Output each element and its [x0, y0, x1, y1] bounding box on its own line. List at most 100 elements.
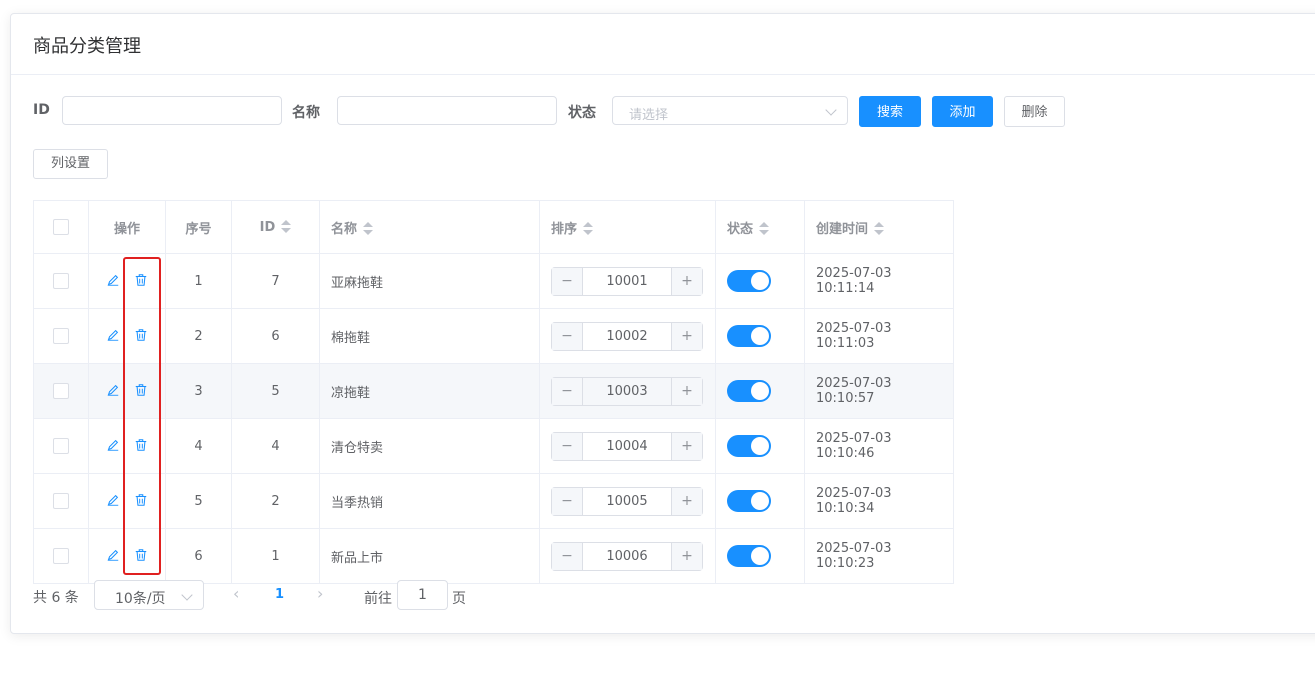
search-button[interactable]: 搜索 [859, 96, 921, 127]
chevron-down-icon [825, 104, 837, 116]
row-name: 亚麻拖鞋 [319, 253, 540, 309]
quantity-stepper[interactable]: −10006 + [551, 541, 703, 571]
stepper-value[interactable]: 10001 [583, 268, 671, 295]
stepper-minus-button[interactable]: − [552, 322, 583, 350]
chevron-down-icon [181, 589, 193, 601]
add-button[interactable]: 添加 [932, 96, 993, 127]
trash-icon[interactable] [133, 493, 149, 509]
row-select-cell [33, 363, 89, 419]
chevron-right-icon[interactable]: › [317, 584, 323, 603]
category-table: 操作 序号 ID 名称 排序 状态 创建时间 1 7 亚麻拖鞋 −10001 +2025… [33, 200, 954, 584]
stepper-minus-button[interactable]: − [552, 377, 583, 405]
status-toggle[interactable] [727, 270, 771, 292]
stepper-plus-button[interactable]: + [671, 322, 702, 350]
pencil-icon[interactable] [105, 493, 121, 509]
pencil-icon[interactable] [105, 438, 121, 454]
row-actions [88, 253, 166, 309]
sort-icon[interactable] [759, 222, 770, 236]
stepper-plus-button[interactable]: + [671, 542, 702, 570]
row-id: 7 [231, 253, 320, 309]
card-header: 商品分类管理 [11, 14, 1315, 75]
trash-icon[interactable] [133, 273, 149, 289]
quantity-stepper[interactable]: −10002 + [551, 321, 703, 351]
stepper-plus-button[interactable]: + [671, 487, 702, 515]
row-name: 新品上市 [319, 528, 540, 584]
col-name-label: 名称 [331, 221, 358, 237]
name-label: 名称 [292, 105, 320, 121]
delete-button[interactable]: 删除 [1004, 96, 1065, 127]
pencil-icon[interactable] [105, 328, 121, 344]
stepper-value[interactable]: 10005 [583, 488, 671, 515]
trash-icon[interactable] [133, 328, 149, 344]
stepper-value[interactable]: 10006 [583, 543, 671, 570]
trash-icon[interactable] [133, 438, 149, 454]
row-created: 2025-07-03 10:10:57 [804, 363, 954, 419]
total-count: 共 6 条 [33, 590, 79, 606]
row-checkbox[interactable] [53, 383, 69, 399]
toggle-knob [751, 547, 769, 565]
col-id[interactable]: ID [231, 200, 320, 254]
trash-icon[interactable] [133, 383, 149, 399]
status-toggle[interactable] [727, 325, 771, 347]
row-sort-cell: −10003 + [539, 363, 716, 419]
row-select-cell [33, 528, 89, 584]
stepper-minus-button[interactable]: − [552, 267, 583, 295]
trash-icon[interactable] [133, 548, 149, 564]
row-status-cell [715, 308, 805, 364]
sort-icon[interactable] [583, 222, 594, 236]
stepper-plus-button[interactable]: + [671, 377, 702, 405]
pencil-icon[interactable] [105, 383, 121, 399]
row-checkbox[interactable] [53, 328, 69, 344]
col-status[interactable]: 状态 [715, 200, 805, 254]
col-sort[interactable]: 排序 [539, 200, 716, 254]
stepper-value[interactable]: 10002 [583, 323, 671, 350]
quantity-stepper[interactable]: −10003 + [551, 376, 703, 406]
goto-page-input[interactable]: 1 [397, 580, 448, 610]
status-label: 状态 [568, 105, 596, 121]
stepper-minus-button[interactable]: − [552, 487, 583, 515]
quantity-stepper[interactable]: −10001 + [551, 266, 703, 296]
column-settings-button[interactable]: 列设置 [33, 149, 108, 179]
select-all-checkbox[interactable] [53, 219, 69, 235]
pencil-icon[interactable] [105, 273, 121, 289]
row-checkbox[interactable] [53, 438, 69, 454]
page-size-select[interactable]: 10条/页 [94, 580, 204, 610]
stepper-minus-button[interactable]: − [552, 542, 583, 570]
row-sort-cell: −10001 + [539, 253, 716, 309]
stepper-plus-button[interactable]: + [671, 432, 702, 460]
pencil-icon[interactable] [105, 548, 121, 564]
row-status-cell [715, 528, 805, 584]
stepper-minus-button[interactable]: − [552, 432, 583, 460]
chevron-left-icon[interactable]: ‹ [233, 584, 239, 603]
row-created: 2025-07-03 10:10:34 [804, 473, 954, 529]
quantity-stepper[interactable]: −10005 + [551, 486, 703, 516]
name-input[interactable] [337, 96, 557, 125]
row-select-cell [33, 418, 89, 474]
stepper-value[interactable]: 10004 [583, 433, 671, 460]
col-id-label: ID [259, 219, 276, 235]
toggle-knob [751, 272, 769, 290]
col-name[interactable]: 名称 [319, 200, 540, 254]
sort-icon[interactable] [363, 222, 374, 236]
row-checkbox[interactable] [53, 273, 69, 289]
page-number-current[interactable]: 1 [275, 587, 284, 602]
row-checkbox[interactable] [53, 548, 69, 564]
row-id: 5 [231, 363, 320, 419]
row-actions [88, 363, 166, 419]
status-toggle[interactable] [727, 380, 771, 402]
row-index: 1 [165, 253, 232, 309]
row-checkbox[interactable] [53, 493, 69, 509]
col-created[interactable]: 创建时间 [804, 200, 954, 254]
status-toggle[interactable] [727, 435, 771, 457]
col-index-label: 序号 [185, 221, 212, 237]
status-toggle[interactable] [727, 545, 771, 567]
id-input[interactable] [62, 96, 282, 125]
sort-icon[interactable] [281, 220, 292, 234]
sort-icon[interactable] [874, 222, 885, 236]
row-status-cell [715, 253, 805, 309]
stepper-plus-button[interactable]: + [671, 267, 702, 295]
quantity-stepper[interactable]: −10004 + [551, 431, 703, 461]
stepper-value[interactable]: 10003 [583, 378, 671, 405]
status-select[interactable]: 请选择 [612, 96, 848, 125]
status-toggle[interactable] [727, 490, 771, 512]
